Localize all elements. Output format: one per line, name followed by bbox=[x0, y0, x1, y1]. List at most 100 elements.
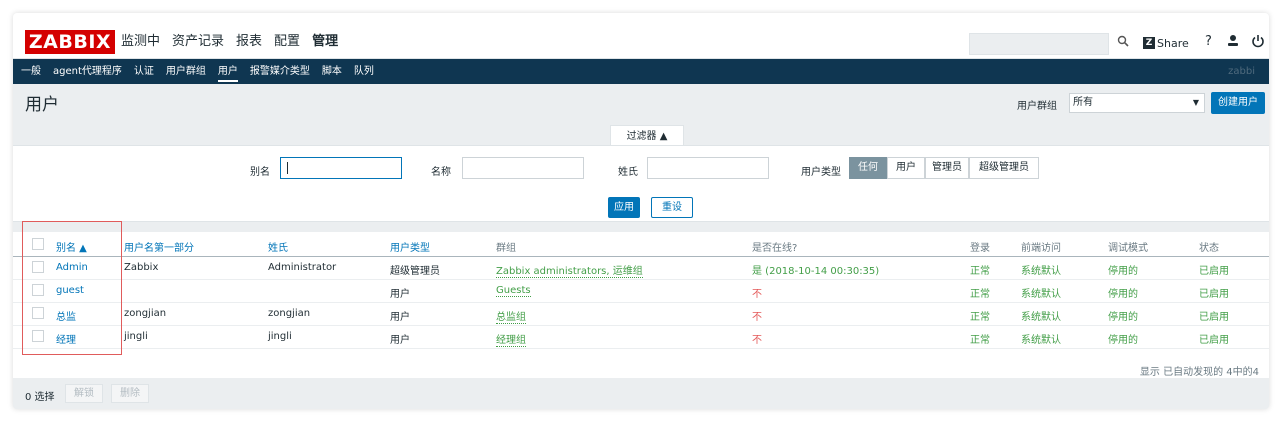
create-user-button[interactable]: 创建用户 bbox=[1211, 92, 1265, 114]
header-divider bbox=[13, 256, 1269, 257]
subnav-item-users[interactable]: 用户 bbox=[217, 59, 238, 84]
user-frontend-access[interactable]: 系统默认 bbox=[1021, 285, 1061, 300]
surname-label: 姓氏 bbox=[618, 167, 638, 178]
user-online-status: 不 bbox=[752, 289, 762, 300]
row-divider bbox=[13, 325, 1269, 326]
user-debug-mode[interactable]: 停用的 bbox=[1108, 285, 1138, 300]
subnav-item-general[interactable]: 一般 bbox=[21, 59, 41, 84]
delete-button[interactable]: 删除 bbox=[111, 384, 149, 403]
column-surname[interactable]: 姓氏 bbox=[268, 239, 288, 254]
annotation-highlight-box bbox=[22, 221, 122, 355]
search-input[interactable] bbox=[969, 33, 1109, 55]
column-groups: 群组 bbox=[496, 243, 516, 254]
user-debug-mode[interactable]: 停用的 bbox=[1108, 262, 1138, 277]
app-window: ZABBIX 监测中 资产记录 报表 配置 管理 Z Share ? 一般 ag… bbox=[13, 13, 1269, 409]
user-group-value: 所有 bbox=[1073, 97, 1093, 108]
share-button[interactable]: Z Share bbox=[1143, 36, 1189, 50]
user-surname: jingli bbox=[268, 331, 292, 342]
user-type-user[interactable]: 用户 bbox=[887, 157, 925, 179]
column-name[interactable]: 用户名第一部分 bbox=[124, 239, 194, 254]
user-login-status: 正常 bbox=[970, 335, 990, 346]
user-group-label: 用户群组 bbox=[1017, 101, 1057, 112]
user-status[interactable]: 已启用 bbox=[1199, 285, 1229, 300]
filter-panel: 别名 名称 姓氏 用户类型 任何 用户 管理员 超级管理员 应用 重设 bbox=[13, 145, 1269, 222]
subnav-item-authentication[interactable]: 认证 bbox=[134, 59, 154, 84]
user-online-status: 是 (2018-10-14 00:30:35) bbox=[752, 266, 880, 277]
column-online: 是否在线? bbox=[752, 243, 798, 254]
mass-action-bar: 0 选择 解锁 删除 bbox=[13, 378, 1269, 409]
top-header: ZABBIX 监测中 资产记录 报表 配置 管理 Z Share ? bbox=[13, 13, 1269, 59]
table-summary: 显示 已自动发现的 4中的4 bbox=[1139, 367, 1259, 378]
user-type-superadmin[interactable]: 超级管理员 bbox=[969, 157, 1039, 179]
user-type: 用户 bbox=[390, 289, 410, 300]
name-label: 名称 bbox=[431, 167, 451, 178]
column-frontend-access: 前端访问 bbox=[1021, 243, 1061, 254]
alias-input[interactable] bbox=[280, 157, 402, 179]
menu-item-configuration[interactable]: 配置 bbox=[274, 30, 300, 54]
unblock-button[interactable]: 解锁 bbox=[65, 384, 103, 403]
server-name-label: zabbi bbox=[1228, 66, 1255, 77]
menu-item-reports[interactable]: 报表 bbox=[236, 30, 262, 54]
user-type-admin[interactable]: 管理员 bbox=[925, 157, 969, 179]
user-status[interactable]: 已启用 bbox=[1199, 308, 1229, 323]
main-menu: 监测中 资产记录 报表 配置 管理 bbox=[121, 30, 350, 54]
user-status[interactable]: 已启用 bbox=[1199, 331, 1229, 346]
user-name: zongjian bbox=[124, 308, 167, 319]
sub-navigation: 一般 agent代理程序 认证 用户群组 用户 报警媒介类型 脚本 队列 zab… bbox=[13, 59, 1269, 84]
user-groups-link[interactable]: 经理组 bbox=[496, 331, 526, 347]
user-debug-mode[interactable]: 停用的 bbox=[1108, 331, 1138, 346]
user-login-status: 正常 bbox=[970, 289, 990, 300]
user-groups-link[interactable]: Guests bbox=[496, 285, 531, 297]
column-debug-mode: 调试模式 bbox=[1108, 243, 1148, 254]
page-header: 用户 用户群组 所有 ▼ 创建用户 bbox=[13, 84, 1269, 124]
menu-item-inventory[interactable]: 资产记录 bbox=[172, 30, 224, 54]
row-divider bbox=[13, 279, 1269, 280]
user-type: 超级管理员 bbox=[390, 266, 440, 277]
user-frontend-access[interactable]: 系统默认 bbox=[1021, 308, 1061, 323]
user-type: 用户 bbox=[390, 312, 410, 323]
subnav-item-scripts[interactable]: 脚本 bbox=[322, 59, 342, 84]
menu-item-monitoring[interactable]: 监测中 bbox=[121, 30, 160, 54]
zabbix-logo[interactable]: ZABBIX bbox=[25, 30, 115, 54]
user-login-status: 正常 bbox=[970, 312, 990, 323]
search-icon[interactable] bbox=[1117, 35, 1131, 51]
user-surname: zongjian bbox=[268, 308, 311, 319]
user-profile-icon[interactable] bbox=[1226, 33, 1240, 49]
column-login: 登录 bbox=[970, 243, 990, 254]
user-frontend-access[interactable]: 系统默认 bbox=[1021, 262, 1061, 277]
user-groups-link[interactable]: 总监组 bbox=[496, 308, 526, 324]
reset-filter-button[interactable]: 重设 bbox=[651, 197, 693, 218]
user-type-any[interactable]: 任何 bbox=[849, 157, 887, 179]
subnav-item-media-types[interactable]: 报警媒介类型 bbox=[250, 59, 310, 84]
help-icon[interactable]: ? bbox=[1205, 34, 1212, 49]
selected-count: 0 选择 bbox=[25, 392, 55, 403]
apply-filter-button[interactable]: 应用 bbox=[608, 197, 640, 218]
subnav-item-queue[interactable]: 队列 bbox=[354, 59, 374, 84]
user-frontend-access[interactable]: 系统默认 bbox=[1021, 331, 1061, 346]
user-surname: Administrator bbox=[268, 262, 337, 273]
user-status[interactable]: 已启用 bbox=[1199, 262, 1229, 277]
logout-icon[interactable] bbox=[1251, 33, 1265, 53]
user-groups-link[interactable]: Zabbix administrators, 运维组 bbox=[496, 262, 643, 278]
user-type: 用户 bbox=[390, 335, 410, 346]
user-name: jingli bbox=[124, 331, 148, 342]
subnav-item-user-groups[interactable]: 用户群组 bbox=[166, 59, 206, 84]
page-title: 用户 bbox=[25, 95, 59, 115]
subnav-item-proxies[interactable]: agent代理程序 bbox=[53, 59, 122, 84]
user-online-status: 不 bbox=[752, 312, 762, 323]
user-group-select[interactable]: 所有 ▼ bbox=[1069, 93, 1205, 113]
menu-item-administration[interactable]: 管理 bbox=[312, 30, 338, 54]
column-user-type[interactable]: 用户类型 bbox=[390, 239, 430, 254]
user-debug-mode[interactable]: 停用的 bbox=[1108, 308, 1138, 323]
row-divider bbox=[13, 302, 1269, 303]
user-name: Zabbix bbox=[124, 262, 159, 273]
user-type-label: 用户类型 bbox=[801, 167, 841, 178]
column-status: 状态 bbox=[1199, 243, 1219, 254]
filter-toggle-tab[interactable]: 过滤器 ▲ bbox=[610, 125, 684, 146]
name-input[interactable] bbox=[462, 157, 584, 179]
user-login-status: 正常 bbox=[970, 266, 990, 277]
row-divider bbox=[13, 348, 1269, 349]
share-label: Share bbox=[1157, 36, 1189, 50]
share-logo-icon: Z bbox=[1143, 37, 1155, 49]
surname-input[interactable] bbox=[647, 157, 769, 179]
